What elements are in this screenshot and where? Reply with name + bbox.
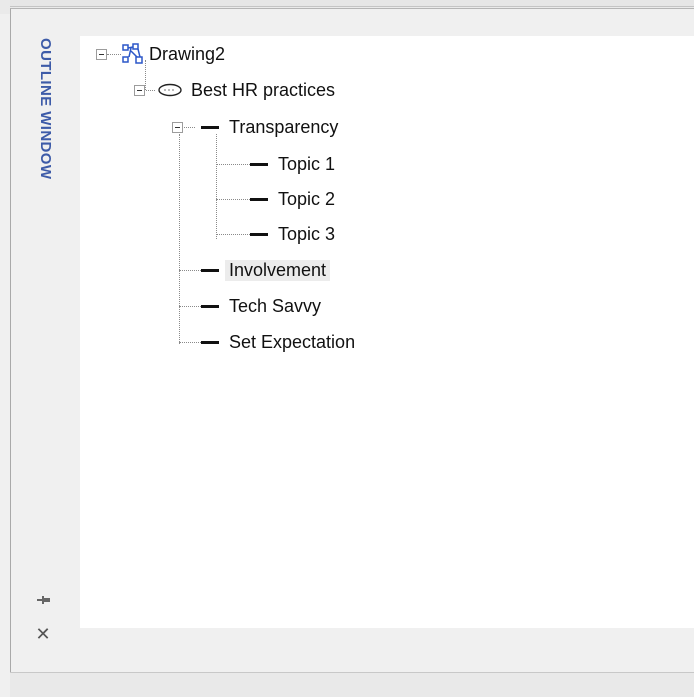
topic-label: Topic 2 <box>278 188 336 209</box>
tree-connector <box>179 270 201 271</box>
topic-line-icon <box>201 125 219 129</box>
tree-node-topic-2[interactable]: Topic 2 <box>250 187 339 211</box>
collapse-toggle[interactable] <box>96 49 107 60</box>
tree-connector <box>107 54 121 55</box>
tree-connector <box>216 164 250 165</box>
ruler-bar <box>10 0 694 7</box>
collapse-toggle[interactable] <box>134 85 145 96</box>
outline-tree-panel: Drawing2 Best HR practices Transparency … <box>80 36 694 628</box>
tree-connector <box>179 306 201 307</box>
transparency-label: Transparency <box>229 116 339 137</box>
topic-line-icon <box>201 340 219 344</box>
tree-node-set-expectation[interactable]: Set Expectation <box>201 330 359 354</box>
topic-label: Topic 3 <box>278 223 336 244</box>
tree-node-tech-savvy[interactable]: Tech Savvy <box>201 294 325 318</box>
involvement-label: Involvement <box>225 259 331 281</box>
topic-line-icon <box>201 304 219 308</box>
tech-savvy-label: Tech Savvy <box>229 295 322 316</box>
pin-icon[interactable] <box>36 592 52 608</box>
topic-line-icon <box>250 162 268 166</box>
topic-line-icon <box>250 232 268 236</box>
tree-connector <box>179 134 180 344</box>
tree-connector <box>216 234 250 235</box>
tree-node-root[interactable]: Drawing2 <box>121 42 229 66</box>
tree-connector <box>179 342 201 343</box>
tree-connector <box>216 199 250 200</box>
topic-line-icon <box>250 197 268 201</box>
tree-node-transparency[interactable]: Transparency <box>201 115 342 139</box>
set-expectation-label: Set Expectation <box>229 331 356 352</box>
tree-node-involvement[interactable]: Involvement <box>201 258 331 282</box>
tree-node-topic-1[interactable]: Topic 1 <box>250 152 339 176</box>
collapse-toggle[interactable] <box>172 122 183 133</box>
tree-connector <box>216 134 217 239</box>
main-topic-label: Best HR practices <box>191 79 336 100</box>
tree-node-main-topic[interactable]: Best HR practices <box>157 78 339 102</box>
ellipse-shape-icon <box>158 83 182 97</box>
topic-line-icon <box>201 268 219 272</box>
bottom-status-bar <box>10 672 694 697</box>
tree-node-topic-3[interactable]: Topic 3 <box>250 222 339 246</box>
root-label: Drawing2 <box>149 43 226 64</box>
outline-window-title: OUTLINE WINDOW <box>37 38 54 180</box>
drawing-icon <box>122 43 143 64</box>
close-icon[interactable]: ✕ <box>35 625 51 643</box>
topic-label: Topic 1 <box>278 153 336 174</box>
